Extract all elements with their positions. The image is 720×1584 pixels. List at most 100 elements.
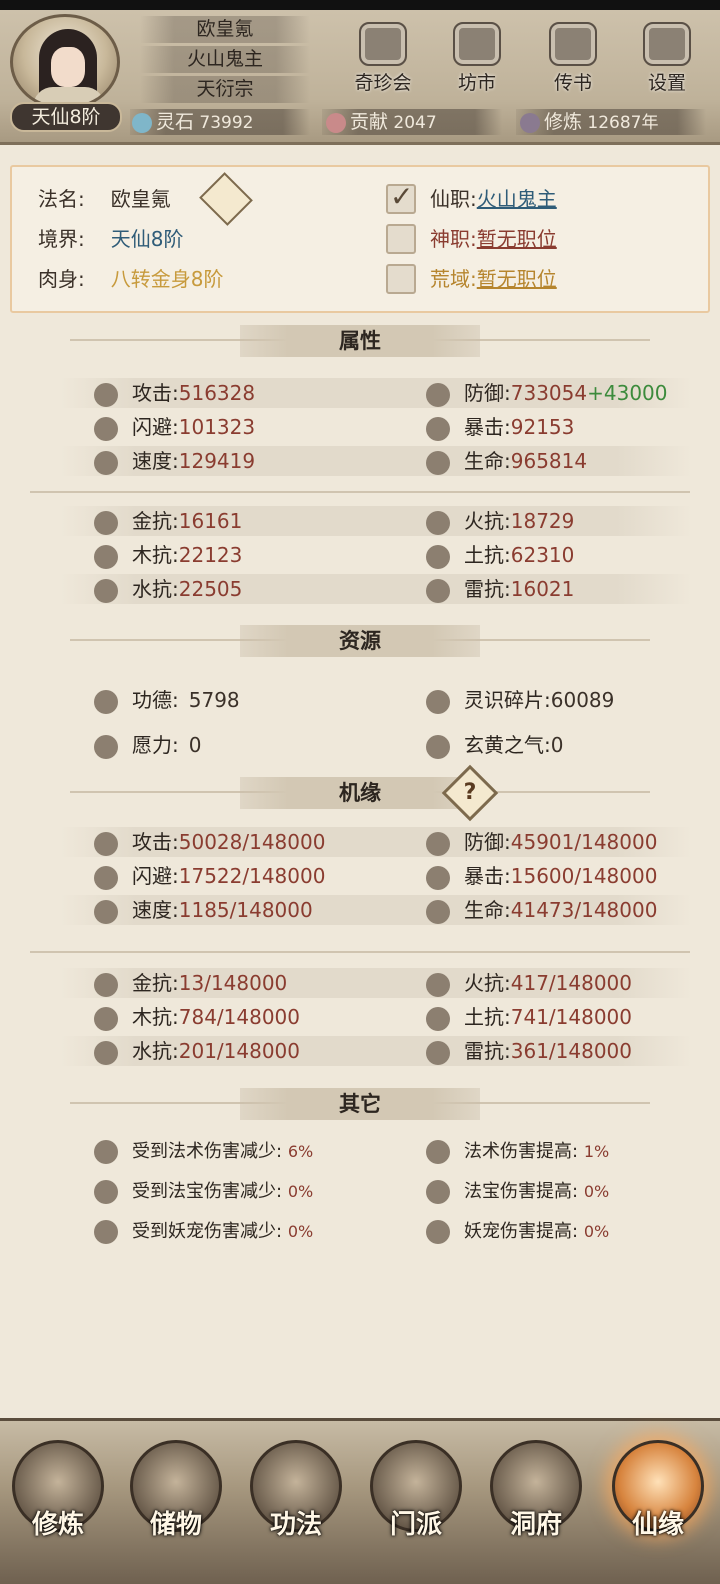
fire-icon (426, 972, 450, 997)
attack-icon (94, 831, 118, 856)
stat-wood-resist: 木抗:22123 (94, 540, 242, 570)
merit-icon (94, 689, 118, 714)
rename-brush-icon[interactable] (199, 172, 253, 226)
spirit-stone-icon (132, 113, 152, 133)
spirit-stone-counter: 灵石 73992 (132, 107, 254, 137)
nav-cultivate[interactable]: 修炼 (8, 1440, 108, 1560)
fire-icon (426, 510, 450, 535)
fortune-crit: 暴击:15600/148000 (426, 861, 657, 891)
health-icon (426, 899, 450, 924)
divine-post-row: 神职:暂无职位 (430, 227, 557, 251)
realm-row: 境界: 天仙8阶 (38, 227, 184, 251)
gear-icon (643, 22, 691, 66)
status-strip (0, 0, 720, 10)
defense-icon (426, 831, 450, 856)
question-icon: ? (463, 780, 477, 805)
immortal-post-checkbox[interactable]: ✓ (386, 180, 416, 214)
avatar-face (51, 47, 85, 87)
wild-domain-checkbox[interactable] (386, 264, 416, 294)
stat-water-resist: 水抗:22505 (94, 574, 242, 604)
defense-icon (426, 382, 450, 407)
nav-fate[interactable]: 仙缘 (608, 1440, 708, 1560)
money-bag-icon (453, 22, 501, 66)
wish-power-row: 愿力: 0 (94, 730, 201, 760)
earth-icon (426, 544, 450, 569)
stat-speed: 速度:129419 (94, 446, 255, 476)
player-name: 欧皇氪 (140, 16, 310, 43)
mail-button[interactable]: 传书 (538, 22, 608, 94)
treasure-fair-button[interactable]: 奇珍会 (348, 22, 418, 94)
player-sect: 天衍宗 (140, 76, 310, 103)
body-row: 肉身: 八转金身8阶 (38, 267, 224, 291)
immortal-post-link[interactable]: 火山鬼主 (477, 187, 557, 211)
pavilion-icon (359, 22, 407, 66)
section-resources: 资源 (70, 625, 650, 657)
fortune-fire-resist: 火抗:417/148000 (426, 968, 632, 998)
avatar[interactable] (10, 14, 120, 110)
fortune-speed: 速度:1185/148000 (94, 895, 313, 925)
soul-shard-row: 灵识碎片:60089 (426, 685, 614, 715)
rank-badge: 天仙8阶 (10, 102, 122, 132)
market-button[interactable]: 坊市 (442, 22, 512, 94)
water-icon (94, 578, 118, 603)
water-icon (94, 1040, 118, 1065)
dodge-icon (94, 416, 118, 441)
wild-domain-link[interactable]: 暂无职位 (477, 267, 557, 291)
fortune-metal-resist: 金抗:13/148000 (94, 968, 287, 998)
thunder-icon (426, 578, 450, 603)
divider (30, 951, 690, 953)
attack-icon (94, 382, 118, 407)
metal-icon (94, 510, 118, 535)
divider (30, 491, 690, 493)
cultivation-icon (520, 113, 540, 133)
artifact-dmg-reduction: 受到法宝伤害减少: 0% (94, 1177, 313, 1207)
fortune-attack: 攻击:50028/148000 (94, 827, 325, 857)
settings-button[interactable]: 设置 (632, 22, 702, 94)
divine-post-checkbox[interactable] (386, 224, 416, 254)
scroll-icon (549, 22, 597, 66)
stat-fire-resist: 火抗:18729 (426, 506, 574, 536)
nav-cave[interactable]: 洞府 (486, 1440, 586, 1560)
wish-power-icon (94, 734, 118, 759)
soul-shard-icon (426, 689, 450, 714)
fortune-defense: 防御:45901/148000 (426, 827, 657, 857)
crit-icon (426, 865, 450, 890)
stat-health: 生命:965814 (426, 446, 587, 476)
fortune-water-resist: 水抗:201/148000 (94, 1036, 300, 1066)
pet-dmg-reduction: 受到妖宠伤害减少: 0% (94, 1217, 313, 1247)
spell-dmg-increase: 法术伤害提高: 1% (426, 1137, 609, 1167)
cultivation-counter: 修炼 12687年 (520, 107, 659, 137)
fortune-dodge: 闪避:17522/148000 (94, 861, 325, 891)
speed-icon (94, 450, 118, 475)
fortune-earth-resist: 土抗:741/148000 (426, 1002, 632, 1032)
pet-icon (426, 1220, 450, 1244)
thunder-icon (426, 1040, 450, 1065)
profile-card: 法名: 欧皇氪 境界: 天仙8阶 肉身: 八转金身8阶 ✓ 仙职:火山鬼主 神职:暂无… (10, 165, 710, 313)
stat-defense: 防御:733054+43000 (426, 378, 668, 408)
stat-dodge: 闪避:101323 (94, 412, 255, 442)
section-attributes: 属性 (70, 325, 650, 357)
stat-crit: 暴击:92153 (426, 412, 574, 442)
player-title: 火山鬼主 (140, 46, 310, 73)
crit-icon (426, 416, 450, 441)
help-button[interactable]: ? (441, 764, 499, 822)
xuanhuang-qi-row: 玄黄之气:0 (426, 730, 563, 760)
dharma-name-row: 法名: 欧皇氪 (38, 187, 171, 211)
check-icon: ✓ (390, 180, 414, 213)
nav-storage[interactable]: 储物 (126, 1440, 226, 1560)
wood-icon (94, 1006, 118, 1031)
health-icon (426, 450, 450, 475)
divine-post-link[interactable]: 暂无职位 (477, 227, 557, 251)
fortune-wood-resist: 木抗:784/148000 (94, 1002, 300, 1032)
immortal-post-row: 仙职:火山鬼主 (430, 187, 557, 211)
dodge-icon (94, 865, 118, 890)
speed-icon (94, 899, 118, 924)
stat-metal-resist: 金抗:16161 (94, 506, 242, 536)
nav-skills[interactable]: 功法 (246, 1440, 346, 1560)
artifact-shield-icon (94, 1180, 118, 1204)
pet-dmg-increase: 妖宠伤害提高: 0% (426, 1217, 609, 1247)
nav-sect[interactable]: 门派 (366, 1440, 466, 1560)
metal-icon (94, 972, 118, 997)
xuanhuang-icon (426, 734, 450, 759)
stat-thunder-resist: 雷抗:16021 (426, 574, 574, 604)
